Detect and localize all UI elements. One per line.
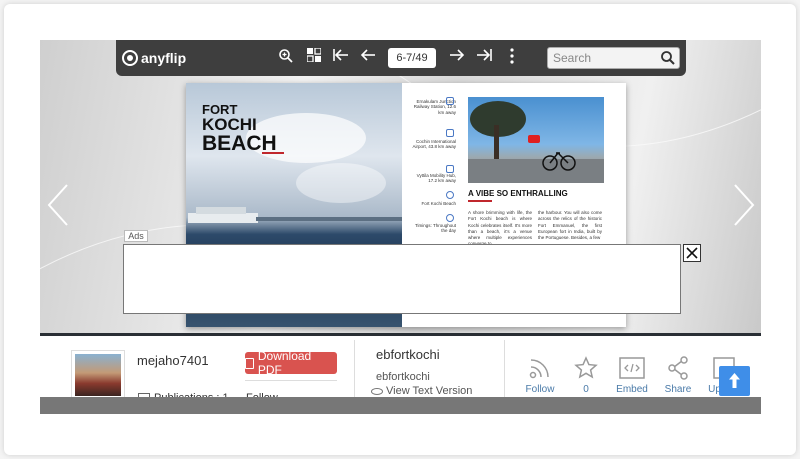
- location-pin-icon: [446, 191, 454, 199]
- viewer-toolbar: anyflip 6-7/49: [116, 40, 686, 76]
- fact-airport: Cochin International Airport, 43.8 km aw…: [412, 139, 456, 150]
- first-page-icon[interactable]: [331, 48, 351, 68]
- zoom-in-icon[interactable]: [276, 48, 296, 68]
- train-icon: [446, 97, 454, 105]
- article-photo: [468, 97, 604, 183]
- close-ad-icon[interactable]: [683, 244, 701, 262]
- article-column-2: the harbour. You will also come across t…: [538, 210, 602, 241]
- title-line-3: BEACH: [202, 132, 277, 155]
- eye-icon: [371, 387, 383, 395]
- embed-code-icon: [619, 357, 645, 379]
- view-text-label: View Text Version: [386, 385, 473, 397]
- embed-label: Embed: [616, 384, 648, 395]
- bottom-bar: [40, 397, 761, 414]
- share-button[interactable]: Share: [658, 356, 698, 395]
- pdf-file-icon: [245, 357, 254, 369]
- title-underline: [262, 152, 284, 154]
- scroll-to-top-button[interactable]: [719, 366, 750, 396]
- download-pdf-button[interactable]: Download PDF: [245, 349, 337, 377]
- download-pdf-label: Download PDF: [257, 349, 312, 377]
- follow-label: Follow: [525, 384, 555, 395]
- avatar-image: [75, 354, 121, 396]
- article-title-underline: [468, 200, 492, 202]
- rss-icon: [529, 359, 549, 379]
- publisher-username[interactable]: mejaho7401: [137, 353, 209, 368]
- search-input[interactable]: [548, 48, 653, 68]
- prev-page-arrow-icon[interactable]: [46, 183, 70, 227]
- bus-icon: [446, 165, 454, 173]
- page-number-input[interactable]: 6-7/49: [388, 48, 436, 68]
- left-page-title: FORT KOCHI BEACH: [202, 103, 277, 154]
- follow-button[interactable]: Follow: [520, 356, 560, 395]
- view-text-version-link[interactable]: View Text Version: [371, 385, 472, 397]
- arrow-up-icon: [729, 373, 740, 388]
- article-title: A VIBE SO ENTHRALLING: [468, 189, 568, 198]
- search-box: [547, 47, 680, 69]
- share-icon: [668, 356, 688, 380]
- search-icon[interactable]: [660, 50, 676, 66]
- clock-icon: [446, 214, 454, 222]
- embed-button[interactable]: Embed: [612, 356, 652, 395]
- avatar[interactable]: [71, 350, 125, 400]
- anyflip-logo[interactable]: anyflip: [122, 48, 186, 68]
- ad-banner[interactable]: [123, 244, 681, 314]
- document-title: ebfortkochi: [376, 347, 440, 362]
- ship-silhouette: [188, 207, 402, 223]
- like-count: 0: [583, 384, 589, 395]
- next-page-arrow-icon[interactable]: [732, 183, 756, 227]
- fact-mobility-hub: Vyttila Mobility Hub, 17.2 km away: [416, 173, 456, 184]
- logo-text: anyflip: [141, 50, 187, 66]
- next-page-icon[interactable]: [447, 48, 467, 68]
- article-column-1: A shore brimming with life, the Fort Koc…: [468, 210, 532, 246]
- more-options-icon[interactable]: [502, 48, 522, 68]
- like-button[interactable]: 0: [566, 356, 606, 395]
- thumbnails-icon[interactable]: [304, 47, 324, 68]
- document-description: ebfortkochi: [376, 371, 430, 383]
- video-play-icon[interactable]: [528, 135, 540, 143]
- fact-timings: Timings: Throughout the day: [414, 223, 456, 234]
- share-label: Share: [664, 384, 692, 395]
- previous-page-icon[interactable]: [358, 48, 378, 68]
- star-icon: [574, 356, 598, 379]
- divider: [245, 380, 337, 381]
- anyflip-logo-icon: [122, 50, 138, 66]
- last-page-icon[interactable]: [474, 48, 494, 68]
- ads-label: Ads: [124, 230, 148, 242]
- fact-location: Fort Kochi Beach: [421, 201, 456, 206]
- plane-icon: [446, 129, 454, 137]
- title-line-2: KOCHI: [202, 115, 257, 134]
